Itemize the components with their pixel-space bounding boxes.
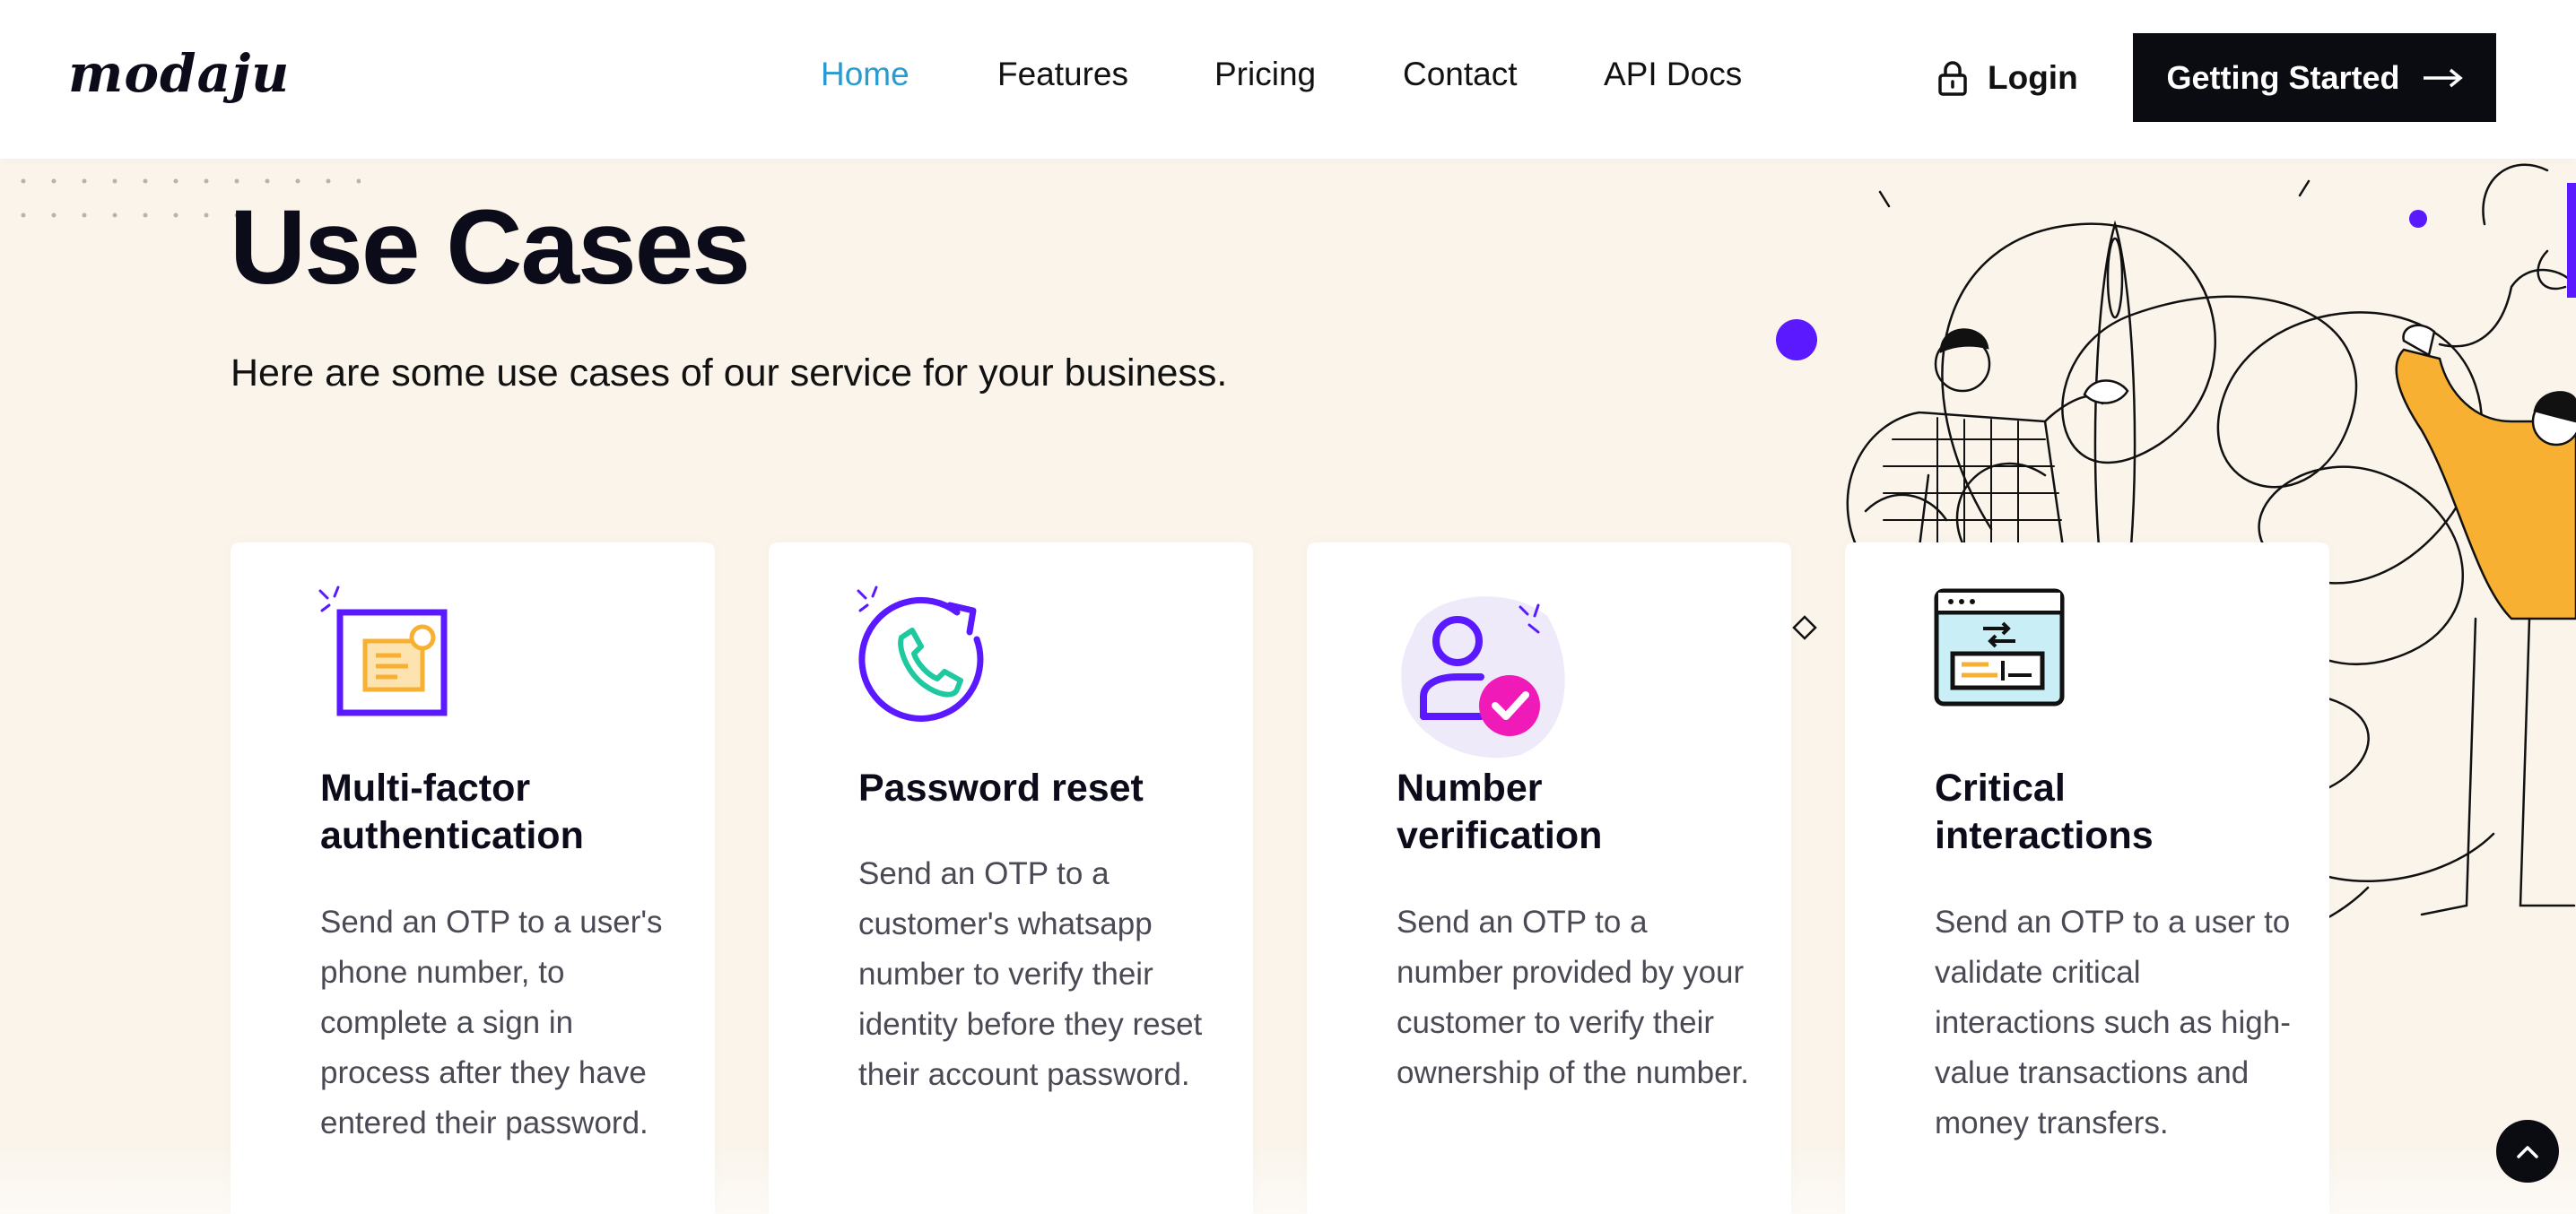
page-title: Use Cases (230, 188, 751, 307)
phone-refresh-icon (857, 585, 984, 722)
scroll-to-top-button[interactable] (2496, 1120, 2559, 1183)
card-title: Number verification (1397, 767, 1603, 857)
nav-pricing[interactable]: Pricing (1214, 56, 1316, 93)
card-title: Password reset (858, 767, 1144, 810)
card-title: Multi-factor authentication (320, 767, 584, 857)
login-link[interactable]: Login (1937, 56, 2078, 100)
purple-dot-decoration (1776, 319, 1817, 360)
use-case-card-mfa: Multi-factor authentication Send an OTP … (231, 542, 715, 1214)
side-accent-tab[interactable] (2567, 183, 2576, 298)
page-subtitle: Here are some use cases of our service f… (231, 351, 1228, 395)
purple-dot-small-decoration (2409, 210, 2427, 228)
card-description: Send an OTP to a user to validate critic… (1935, 905, 2291, 1140)
site-header: modaju Home Features Pricing Contact API… (0, 0, 2576, 159)
getting-started-label: Getting Started (2166, 58, 2400, 96)
use-case-card-password-reset: Password reset Send an OTP to a customer… (769, 542, 1253, 1214)
nav-api-docs[interactable]: API Docs (1604, 56, 1742, 93)
use-case-card-number-verification: Number verification Send an OTP to a num… (1307, 542, 1791, 1214)
nav-features[interactable]: Features (997, 56, 1128, 93)
browser-transfer-icon (1934, 588, 2065, 707)
lock-icon (1938, 61, 1967, 96)
use-case-card-critical-interactions: Critical interactions Send an OTP to a u… (1845, 542, 2329, 1214)
card-description: Send an OTP to a customer's whatsapp num… (858, 856, 1203, 1092)
mfa-window-icon (318, 585, 448, 716)
logo[interactable]: modaju (68, 43, 290, 104)
card-description: Send an OTP to a user's phone number, to… (320, 905, 663, 1140)
card-description: Send an OTP to a number provided by your… (1397, 905, 1750, 1090)
chevron-up-icon (2517, 1146, 2538, 1158)
nav-home[interactable]: Home (821, 56, 909, 93)
card-title: Critical interactions (1935, 767, 2154, 857)
login-label: Login (1988, 59, 2078, 96)
nav-contact[interactable]: Contact (1403, 56, 1518, 93)
user-verified-icon (1401, 596, 1565, 759)
getting-started-button[interactable]: Getting Started (2133, 33, 2496, 122)
arrow-right-icon (2423, 68, 2463, 87)
